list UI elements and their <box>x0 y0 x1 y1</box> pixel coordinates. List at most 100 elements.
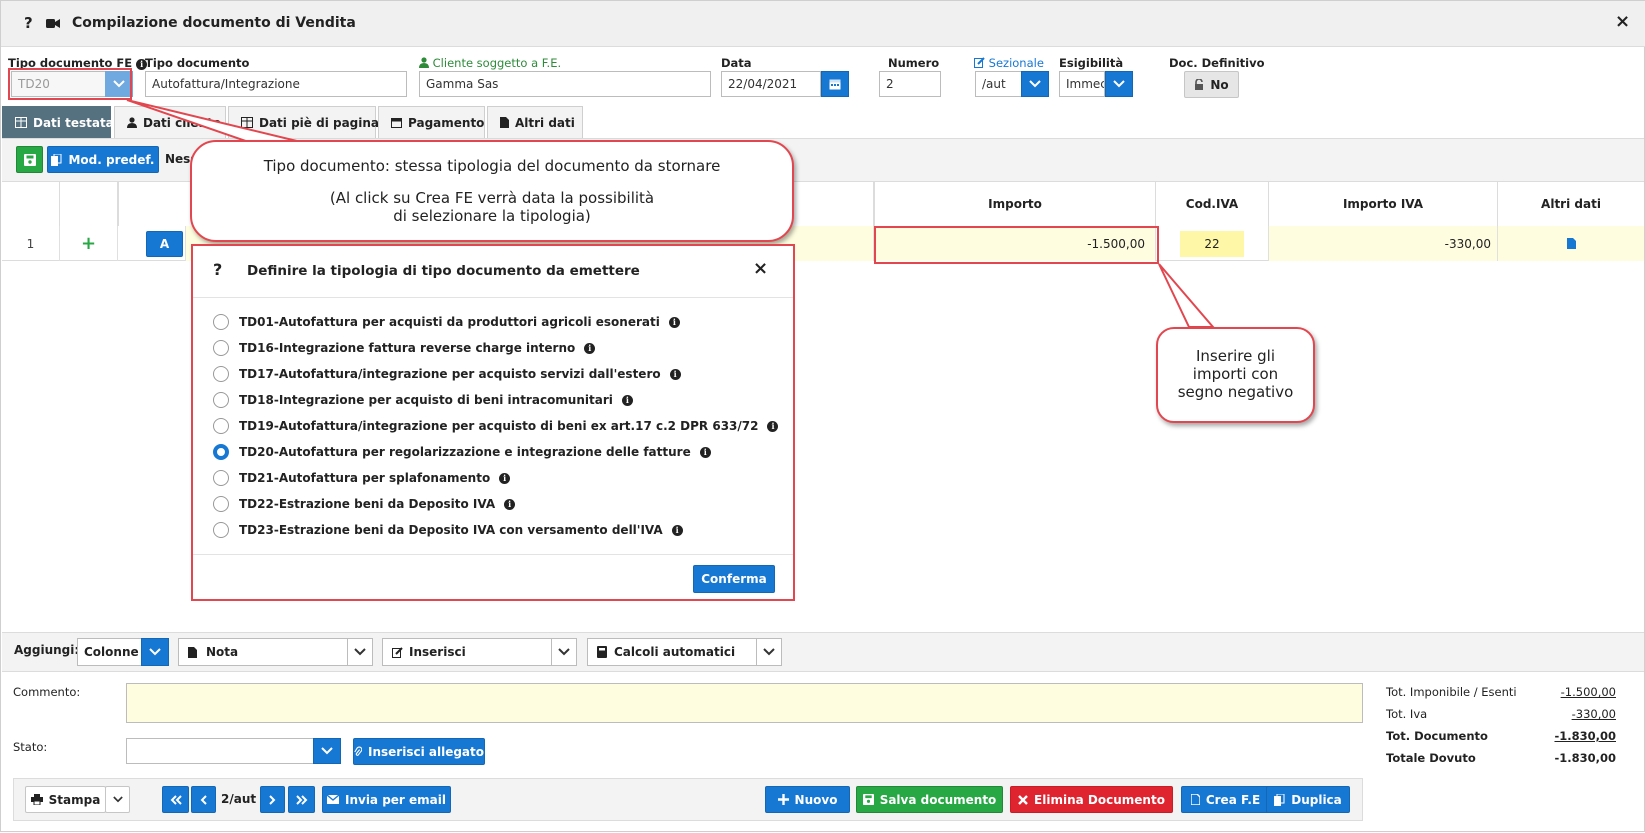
totale-dovuto-value: -1.830,00 <box>1554 751 1616 765</box>
info-icon[interactable]: i <box>669 368 681 380</box>
inserisci-allegato-button[interactable]: Inserisci allegato <box>353 738 485 765</box>
inserisci-select[interactable]: Inserisci <box>382 638 552 666</box>
tipologia-option[interactable]: TD19-Autofattura/integrazione per acquis… <box>213 416 779 436</box>
callout-importi-line1: Inserire gli <box>1196 347 1275 365</box>
radio-button[interactable] <box>213 366 229 382</box>
nuovo-button[interactable]: Nuovo <box>765 786 850 813</box>
printer-icon <box>30 794 43 805</box>
radio-button[interactable] <box>213 522 229 538</box>
duplica-button[interactable]: Duplica <box>1266 786 1350 813</box>
salva-documento-button[interactable]: Salva documento <box>856 786 1003 813</box>
tipologia-option-label: TD19-Autofattura/integrazione per acquis… <box>239 419 759 433</box>
tot-documento-label: Tot. Documento <box>1386 729 1488 743</box>
double-chevron-right-icon <box>295 794 307 805</box>
next-page-button[interactable] <box>260 786 285 813</box>
inserisci-dropdown[interactable] <box>551 638 577 666</box>
calculator-icon <box>597 646 607 658</box>
chevron-down-icon <box>354 648 366 656</box>
totale-dovuto-label: Totale Dovuto <box>1386 751 1476 765</box>
tipologia-option-label: TD01-Autofattura per acquisti da produtt… <box>239 315 660 329</box>
chevron-down-icon <box>763 648 775 656</box>
callout-tipo-line3: di selezionare la tipologia) <box>393 207 591 225</box>
double-chevron-left-icon <box>170 794 182 805</box>
tipologia-option[interactable]: TD18-Integrazione per acquisto di beni i… <box>213 390 633 410</box>
edit-icon <box>392 646 403 658</box>
colonne-dropdown[interactable] <box>141 638 169 666</box>
colonne-select[interactable]: Colonne <box>77 638 143 666</box>
duplica-label: Duplica <box>1291 792 1342 807</box>
info-icon[interactable]: i <box>668 316 680 328</box>
last-page-button[interactable] <box>288 786 315 813</box>
info-icon[interactable]: i <box>699 446 711 458</box>
info-icon[interactable]: i <box>621 394 633 406</box>
tot-iva-value[interactable]: -330,00 <box>1556 707 1616 721</box>
chevron-down-icon <box>558 648 570 656</box>
stampa-button[interactable]: Stampa <box>25 786 106 813</box>
radio-button[interactable] <box>213 444 229 460</box>
radio-button[interactable] <box>213 340 229 356</box>
stato-dropdown[interactable] <box>313 738 341 764</box>
tipologia-modal: ? Definire la tipologia di tipo document… <box>191 244 795 601</box>
commento-field[interactable] <box>126 683 1363 723</box>
tipologia-option[interactable]: TD16-Integrazione fattura reverse charge… <box>213 338 596 358</box>
nota-select[interactable]: Nota <box>178 638 348 666</box>
tot-imponibile-value[interactable]: -1.500,00 <box>1556 685 1616 699</box>
info-icon[interactable]: i <box>767 420 779 432</box>
chevron-right-icon <box>269 794 276 805</box>
tipologia-option-label: TD22-Estrazione beni da Deposito IVA <box>239 497 496 511</box>
nota-dropdown[interactable] <box>347 638 373 666</box>
first-page-button[interactable] <box>162 786 189 813</box>
page-indicator: 2/aut <box>221 792 257 806</box>
radio-button[interactable] <box>213 496 229 512</box>
sales-document-window: ? Compilazione documento di Vendita × Ti… <box>0 0 1645 832</box>
callout-tipo-line2: (Al click su Crea FE verrà data la possi… <box>329 189 655 207</box>
chevron-left-icon <box>200 794 207 805</box>
chevron-down-icon <box>112 796 123 803</box>
file-icon <box>188 646 197 658</box>
callout-tipo-documento: Tipo documento: stessa tipologia del doc… <box>190 140 794 242</box>
tipologia-option[interactable]: TD22-Estrazione beni da Deposito IVA i <box>213 494 516 514</box>
tipologia-option[interactable]: TD23-Estrazione beni da Deposito IVA con… <box>213 520 683 540</box>
prev-page-button[interactable] <box>191 786 216 813</box>
tipologia-option[interactable]: TD17-Autofattura/integrazione per acquis… <box>213 364 681 384</box>
info-icon[interactable]: i <box>671 524 683 536</box>
info-icon[interactable]: i <box>584 342 596 354</box>
radio-button[interactable] <box>213 392 229 408</box>
tipologia-option-label: TD23-Estrazione beni da Deposito IVA con… <box>239 523 663 537</box>
callout-importi-negativi: Inserire gli importi con segno negativo <box>1156 327 1315 423</box>
tipologia-option-label: TD16-Integrazione fattura reverse charge… <box>239 341 576 355</box>
invia-email-button[interactable]: Invia per email <box>322 786 451 813</box>
chevron-down-icon <box>321 747 333 755</box>
tipologia-option[interactable]: TD20-Autofattura per regolarizzazione e … <box>213 442 711 462</box>
tipologia-option[interactable]: TD21-Autofattura per splafonamento i <box>213 468 511 488</box>
help-icon: ? <box>213 260 223 279</box>
calcoli-dropdown[interactable] <box>756 638 782 666</box>
calcoli-select[interactable]: Calcoli automatici <box>587 638 757 666</box>
tot-documento-value[interactable]: -1.830,00 <box>1536 729 1616 743</box>
close-icon[interactable]: × <box>753 258 768 279</box>
radio-button[interactable] <box>213 470 229 486</box>
callout-tipo-line1: Tipo documento: stessa tipologia del doc… <box>263 157 721 175</box>
info-icon[interactable]: i <box>504 498 516 510</box>
conferma-button[interactable]: Conferma <box>693 565 775 593</box>
stampa-dropdown[interactable] <box>105 786 130 813</box>
file-icon <box>1190 794 1200 805</box>
crea-fe-button[interactable]: Crea F.E <box>1181 786 1270 813</box>
tipologia-option[interactable]: TD01-Autofattura per acquisti da produtt… <box>213 312 680 332</box>
info-icon[interactable]: i <box>499 472 511 484</box>
elimina-documento-button[interactable]: Elimina Documento <box>1010 786 1173 813</box>
tipologia-option-label: TD21-Autofattura per splafonamento <box>239 471 491 485</box>
tipologia-option-label: TD20-Autofattura per regolarizzazione e … <box>239 445 691 459</box>
modal-divider <box>193 297 793 298</box>
tipologia-option-label: TD17-Autofattura/integrazione per acquis… <box>239 367 661 381</box>
modal-title: Definire la tipologia di tipo documento … <box>247 263 640 279</box>
stato-label: Stato: <box>13 740 48 754</box>
aggiungi-label: Aggiungi: <box>14 643 80 657</box>
chevron-down-icon <box>149 648 161 656</box>
stato-field[interactable] <box>126 738 314 764</box>
radio-button[interactable] <box>213 314 229 330</box>
tot-imponibile-label: Tot. Imponibile / Esenti <box>1386 685 1517 699</box>
save-icon <box>862 794 874 805</box>
radio-button[interactable] <box>213 418 229 434</box>
callout-importi-line2: importi con <box>1192 365 1279 383</box>
